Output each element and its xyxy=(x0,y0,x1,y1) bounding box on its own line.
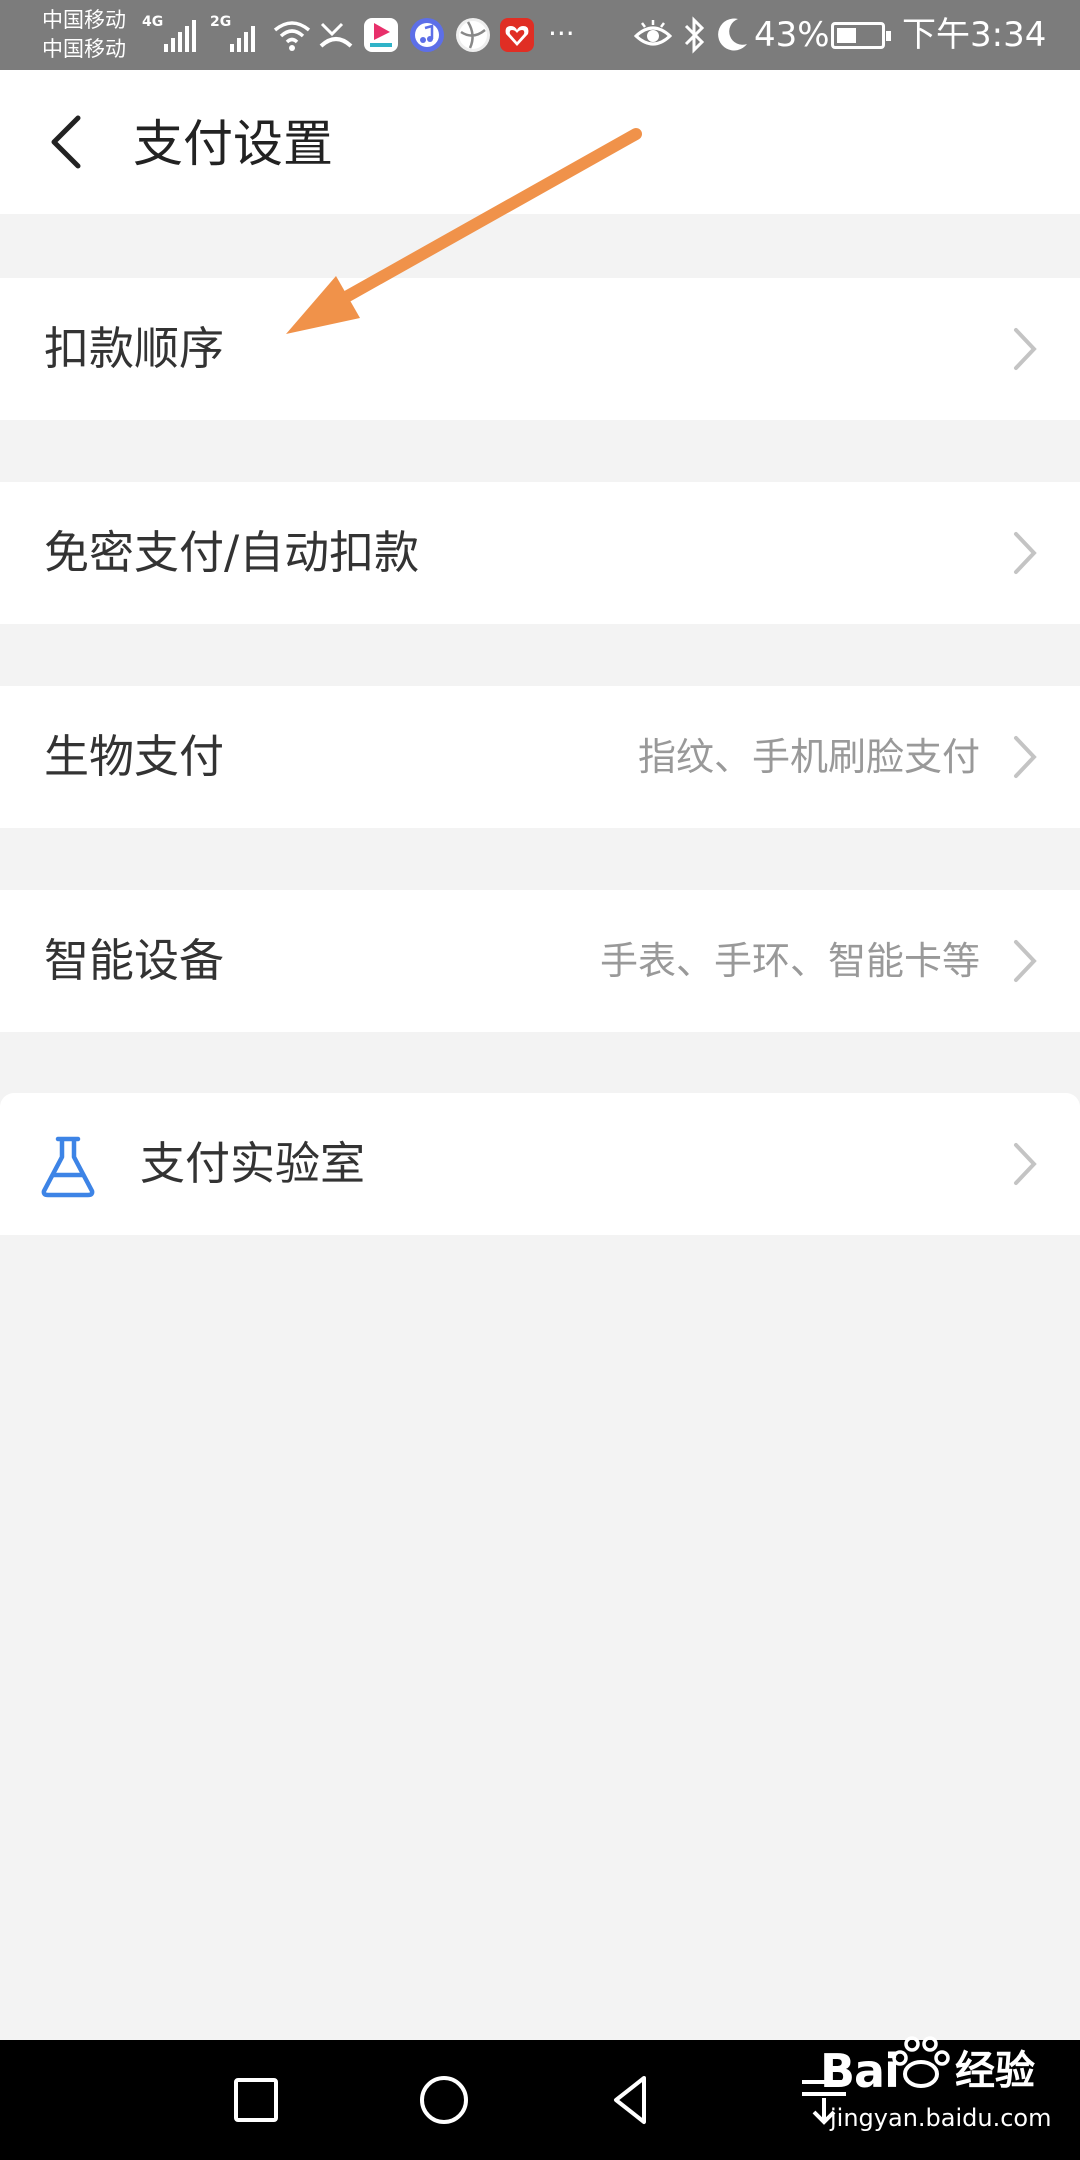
settings-row-label: 智能设备 xyxy=(44,934,225,987)
signal-2-icon: 2G xyxy=(210,14,270,52)
network-type-2: 2G xyxy=(210,14,232,30)
eye-comfort-icon xyxy=(634,20,672,46)
settings-row-deduction-order[interactable]: 扣款顺序 xyxy=(0,278,1080,420)
status-bar: 中国移动 中国移动 4G 2G ··· 43% 下午3:34 xyxy=(0,0,1080,70)
clock: 下午3:34 xyxy=(902,15,1047,55)
settings-row-payment-lab[interactable]: 支付实验室 xyxy=(0,1093,1080,1235)
more-notifications: ··· xyxy=(548,17,575,50)
carrier-2: 中国移动 xyxy=(42,37,126,61)
watermark-url: jingyan.baidu.com xyxy=(830,2104,1052,2132)
chevron-right-icon xyxy=(1014,532,1037,574)
do-not-disturb-moon-icon xyxy=(718,18,747,51)
battery-percent: 43% xyxy=(754,15,830,55)
settings-row-description: 手表、手环、智能卡等 xyxy=(599,939,980,983)
shopping-app-icon xyxy=(500,18,534,52)
signal-1-icon: 4G xyxy=(142,14,202,52)
chevron-right-icon xyxy=(1014,940,1037,982)
settings-row-smart-devices[interactable]: 智能设备 手表、手环、智能卡等 xyxy=(0,890,1080,1032)
chevron-right-icon xyxy=(1014,736,1037,778)
baidu-paw-logo-icon xyxy=(892,2036,950,2088)
settings-row-biometric-payment[interactable]: 生物支付 指纹、手机刷脸支付 xyxy=(0,686,1080,828)
settings-row-password-free-payment[interactable]: 免密支付/自动扣款 xyxy=(0,482,1080,624)
settings-row-description: 指纹、手机刷脸支付 xyxy=(637,735,980,779)
battery-icon xyxy=(831,22,891,49)
flask-icon xyxy=(41,1136,95,1198)
app-notification-1-icon xyxy=(364,18,398,52)
settings-row-label: 免密支付/自动扣款 xyxy=(44,526,420,579)
home-circle-icon[interactable] xyxy=(412,2068,476,2132)
wifi-icon xyxy=(273,21,311,51)
page-title: 支付设置 xyxy=(133,115,333,173)
missed-call-icon xyxy=(319,22,353,48)
carrier-1: 中国移动 xyxy=(42,8,126,32)
page-header: 支付设置 xyxy=(0,70,1080,214)
watermark-brand-cn: 经验 xyxy=(955,2048,1035,2094)
ball-app-icon xyxy=(456,18,490,52)
settings-row-label: 扣款顺序 xyxy=(44,322,225,375)
settings-row-label: 生物支付 xyxy=(44,730,225,783)
back-arrow-icon[interactable] xyxy=(40,110,100,174)
music-app-icon xyxy=(410,18,444,52)
settings-row-label: 支付实验室 xyxy=(140,1137,366,1190)
carrier-labels: 中国移动 中国移动 xyxy=(42,6,126,64)
network-type-1: 4G xyxy=(142,14,164,30)
recents-square-icon[interactable] xyxy=(224,2068,288,2132)
chevron-right-icon xyxy=(1014,328,1037,370)
back-triangle-icon[interactable] xyxy=(600,2068,664,2132)
chevron-right-icon xyxy=(1014,1143,1037,1185)
bluetooth-icon xyxy=(684,16,705,54)
